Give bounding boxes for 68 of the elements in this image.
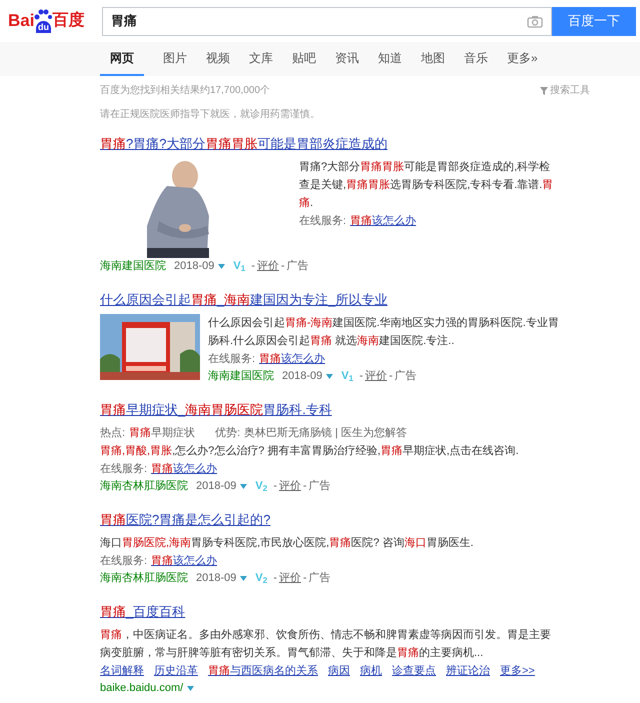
separator: - [388,369,393,384]
caret-icon[interactable] [240,576,248,580]
separator: - [302,571,307,586]
separator: - [251,259,255,274]
nav-tab[interactable]: 文库 [249,42,273,76]
date-text: 2018-09 [282,369,322,384]
baike-link[interactable]: 更多>> [500,662,535,680]
caret-icon[interactable] [187,686,194,690]
date-text: 2018-09 [174,259,214,274]
date-text: 2018-09 [196,571,236,586]
review-link[interactable]: 评价 [278,478,301,494]
caret-icon[interactable] [240,484,248,488]
nav-tab[interactable]: 地图 [421,42,445,76]
notice-text: 请在正规医院医师指导下就医，就诊用药需谨慎。 [100,108,321,122]
baike-link[interactable]: 病因 [328,662,350,680]
date-text: 2018-09 [196,479,236,494]
nav-tab[interactable]: 贴吧 [292,42,316,76]
service-label: 在线服务: [208,352,256,367]
search-button[interactable]: 百度一下 [552,6,636,36]
camera-icon[interactable] [527,14,543,28]
hot-label: 热点: [100,426,126,441]
filter-icon [540,87,548,95]
separator: - [280,259,285,274]
nav-tab[interactable]: 视频 [206,42,230,76]
nav-tab[interactable]: 更多» [507,42,538,76]
advantage-text: 奥林巴斯无痛肠镜 | 医生为您解答 [244,426,408,441]
ad-label: 广告 [308,570,331,586]
hot-text: 胃痛早期症状 [129,426,196,441]
result-description: 海口 胃肠医院,海南胃肠专科医院,市民放心医院,胃痛医院? 咨询海口 胃肠医生. [100,536,474,551]
search-field[interactable]: 胃痛 [102,6,552,36]
result-description: 胃痛?大部分胃痛胃胀可能是胃部炎症造成的,科学检查是关键,胃痛胃胀选胃肠专科医院,专科专看.靠谱.胃痛. [299,160,554,211]
baike-link[interactable]: 胃痛与西医病名的关系 [208,662,318,680]
source-text: 海南杏林肛肠医院 [100,479,188,494]
result-title[interactable]: 胃痛_百度百科 [100,602,560,622]
url-text: baike.baidu.com/ [100,681,184,696]
review-link[interactable]: 评价 [256,258,279,274]
result-description: 什么原因会引起胃痛-海南建国医院.华南地区实力强的胃肠科医院.专业胃肠科.什么原因会引起胃痛 就选海南建国医院.专注.. [208,316,560,349]
result-title[interactable]: 胃痛早期症状_海南胃肠医院胃肠科.专科 [100,400,560,420]
advantage-label: 优势: [215,426,240,441]
service-label: 在线服务: [100,462,148,477]
result-description: 胃痛，中医病证名。多由外感寒邪、饮食所伤、情志不畅和脾胃素虚等病因而引发。胃是主要病变脏腑，常与肝脾等脏有密切关系。胃气郁滞、失于和降是胃痛的主要病机... [100,628,552,661]
ad-label: 广告 [286,258,309,274]
nav-tab[interactable]: 图片 [163,42,187,76]
result-count: 百度为您找到相关结果约17,700,000个 [100,84,270,98]
logo[interactable]: Bai du 百度 [8,8,94,34]
source-text: 海南建国医院 [208,369,274,384]
review-link[interactable]: 评价 [278,570,301,586]
nav-tab[interactable]: 资讯 [335,42,359,76]
service-label: 在线服务: [100,554,148,569]
separator: - [273,571,277,586]
nav-tab[interactable]: 音乐 [464,42,488,76]
source-text: 海南杏林肛肠医院 [100,571,188,586]
service-label: 在线服务: [299,214,346,229]
caret-icon[interactable] [218,264,226,268]
nav-tab[interactable]: 知道 [378,42,402,76]
review-link[interactable]: 评价 [364,368,387,384]
result-description: 胃痛,胃酸,胃胀,怎么办?怎么治疗? 拥有丰富胃肠治疗经验,胃痛早期症状,点击在线咨询. [100,444,520,459]
baike-link[interactable]: 辨证论治 [446,662,490,680]
separator: - [302,479,307,494]
ad-label: 广告 [394,368,417,384]
separator: - [273,479,277,494]
separator: - [359,369,363,384]
baike-link[interactable]: 病机 [360,662,382,680]
ad-label: 广告 [308,478,331,494]
baike-link[interactable]: 名词解释 [100,662,144,680]
caret-icon[interactable] [326,374,334,378]
source-text: 海南建国医院 [100,259,166,274]
nav-tab[interactable]: 网页 [100,42,144,76]
